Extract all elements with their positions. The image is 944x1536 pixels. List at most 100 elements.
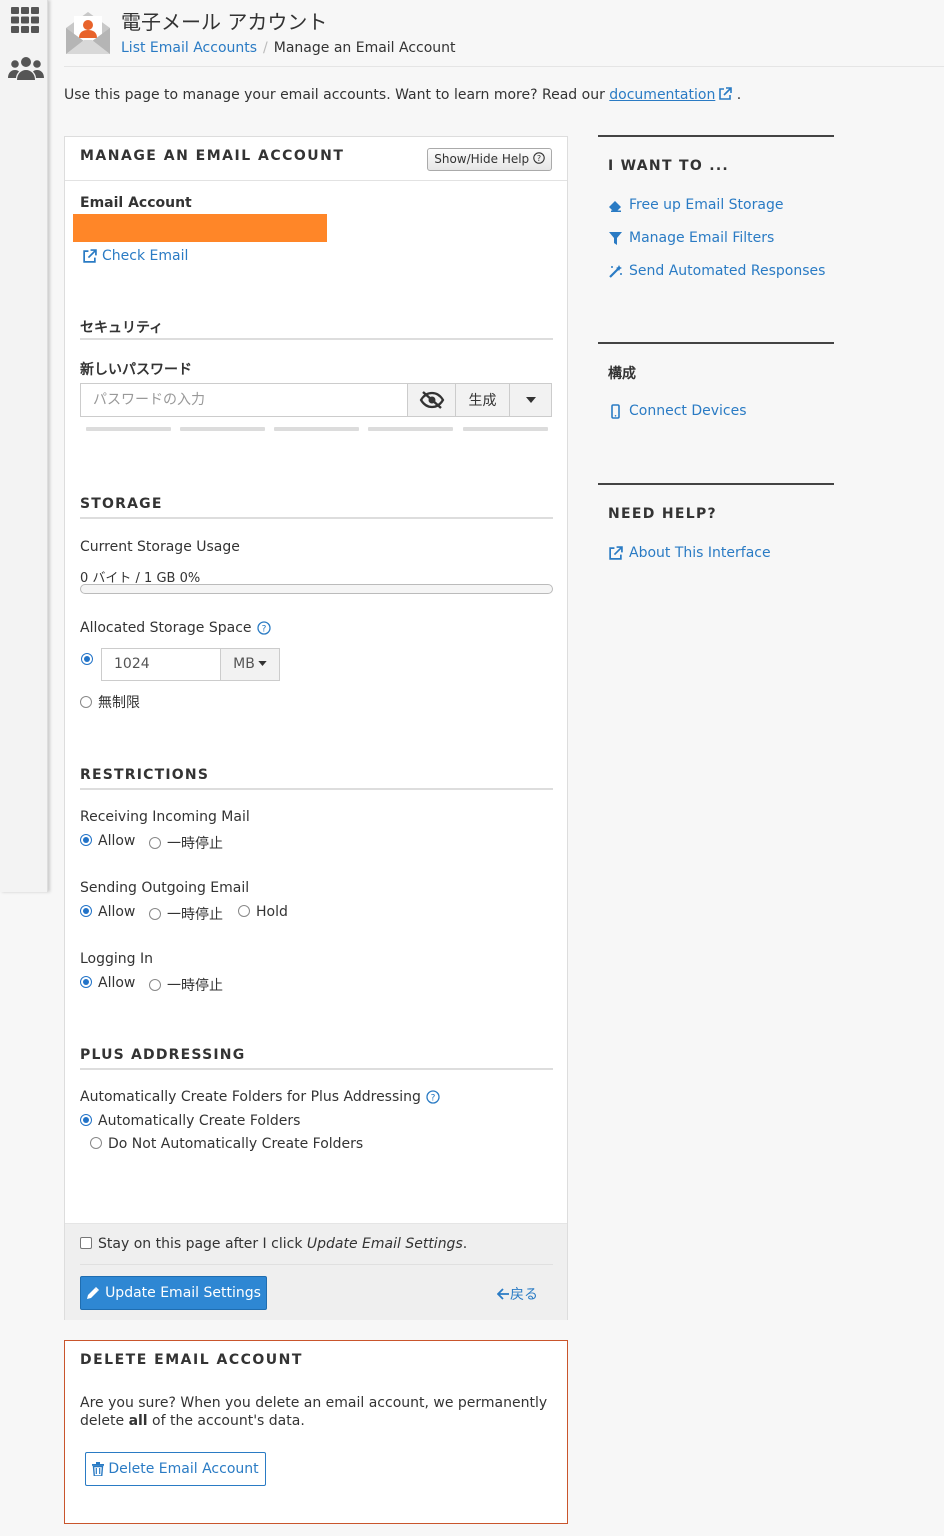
generate-password-button[interactable]: 生成 — [455, 384, 509, 416]
caret-down-icon — [258, 661, 267, 666]
automated-responses-link[interactable]: Send Automated Responses — [608, 263, 825, 279]
eye-slash-icon — [419, 391, 444, 409]
manage-filters-link[interactable]: Manage Email Filters — [608, 230, 774, 246]
receiving-allow-radio[interactable] — [80, 834, 92, 846]
plus-no-auto-create-label: Do Not Automatically Create Folders — [108, 1136, 364, 1152]
new-password-input[interactable] — [81, 384, 407, 416]
i-want-to-title: I WANT TO ... — [608, 158, 730, 174]
password-input-group: 生成 — [80, 383, 552, 417]
plus-addressing-text: Automatically Create Folders for Plus Ad… — [80, 1089, 421, 1105]
delete-warning-post: of the account's data. — [147, 1413, 305, 1429]
sending-suspend-radio[interactable] — [149, 908, 161, 920]
page-title: 電子メール アカウント — [121, 10, 328, 34]
check-email-label: Check Email — [102, 248, 189, 264]
plus-no-auto-create-option[interactable]: Do Not Automatically Create Folders — [90, 1136, 363, 1152]
intro-sentence: Use this page to manage your email accou… — [64, 87, 610, 103]
storage-usage-bar — [80, 584, 553, 594]
storage-quota-input[interactable]: 1024 — [102, 649, 220, 680]
manage-email-panel: MANAGE AN EMAIL ACCOUNT Show/Hide Help ?… — [64, 136, 568, 1320]
storage-section-title: STORAGE — [80, 496, 163, 512]
password-strength-segment — [180, 427, 265, 431]
receiving-mail-label: Receiving Incoming Mail — [80, 809, 250, 825]
sending-hold-radio[interactable] — [238, 905, 250, 917]
login-suspend-radio[interactable] — [149, 979, 161, 991]
password-strength-segment — [86, 427, 171, 431]
quota-unlimited-radio[interactable] — [80, 696, 92, 708]
new-password-label: 新しいパスワード — [80, 362, 192, 378]
delete-button-label: Delete Email Account — [108, 1461, 259, 1477]
arrow-left-icon — [496, 1288, 509, 1300]
breadcrumb-list-email-accounts[interactable]: List Email Accounts — [121, 40, 257, 56]
sending-hold-option[interactable]: Hold — [238, 904, 288, 920]
svg-text:?: ? — [261, 625, 266, 635]
users-group-icon[interactable] — [8, 54, 44, 82]
svg-text:?: ? — [537, 154, 541, 163]
generate-options-dropdown[interactable] — [509, 384, 551, 416]
breadcrumb: List Email Accounts / Manage an Email Acco… — [121, 40, 456, 56]
receiving-suspend-label: 一時停止 — [167, 836, 223, 852]
delete-email-account-button[interactable]: Delete Email Account — [85, 1452, 266, 1486]
sending-allow-label: Allow — [98, 904, 136, 920]
pencil-icon — [87, 1287, 100, 1299]
quota-limited-radio[interactable] — [81, 653, 93, 665]
sending-suspend-label: 一時停止 — [167, 907, 223, 923]
apps-grid-icon[interactable] — [10, 6, 40, 34]
sending-allow-radio[interactable] — [80, 905, 92, 917]
receiving-allow-option[interactable]: Allow — [80, 833, 135, 849]
magic-wand-icon — [609, 264, 622, 278]
login-allow-option[interactable]: Allow — [80, 975, 135, 991]
connect-devices-link[interactable]: Connect Devices — [608, 403, 747, 419]
free-up-storage-link[interactable]: Free up Email Storage — [608, 197, 783, 213]
login-suspend-label: 一時停止 — [167, 978, 223, 994]
security-divider — [80, 338, 553, 340]
panel-title: MANAGE AN EMAIL ACCOUNT — [80, 148, 345, 164]
help-question-icon[interactable]: ? — [256, 621, 271, 635]
caret-down-icon — [525, 397, 536, 403]
breadcrumb-separator: / — [263, 40, 268, 56]
mobile-phone-icon — [611, 403, 620, 419]
left-rail — [0, 0, 48, 892]
security-section-title: セキュリティ — [80, 320, 164, 336]
redacted-email-address — [73, 214, 327, 242]
password-strength-segment — [368, 427, 453, 431]
receiving-suspend-radio[interactable] — [149, 837, 161, 849]
show-hide-help-button[interactable]: Show/Hide Help ? — [427, 148, 552, 171]
stay-on-page-tail: . — [462, 1236, 468, 1252]
restrictions-divider — [80, 788, 553, 790]
sending-allow-option[interactable]: Allow — [80, 904, 135, 920]
configuration-box: 構成 Connect Devices — [598, 342, 834, 442]
login-allow-radio[interactable] — [80, 976, 92, 988]
quota-unlimited-option[interactable]: 無制限 — [80, 692, 140, 712]
documentation-link[interactable]: documentation — [609, 87, 715, 103]
stay-on-page-option[interactable]: Stay on this page after I click Update E… — [80, 1236, 467, 1252]
external-link-icon — [609, 545, 623, 560]
delete-warning-pre: delete — [80, 1413, 129, 1429]
receiving-suspend-option[interactable]: 一時停止 — [149, 833, 223, 853]
sending-suspend-option[interactable]: 一時停止 — [149, 904, 223, 924]
panel-footer: Stay on this page after I click Update E… — [65, 1223, 567, 1320]
check-email-link[interactable]: Check Email — [82, 248, 188, 264]
delete-warning-line1: Are you sure? When you delete an email a… — [80, 1395, 548, 1411]
about-interface-link[interactable]: About This Interface — [608, 545, 771, 561]
login-suspend-option[interactable]: 一時停止 — [149, 975, 223, 995]
intro-period: . — [736, 87, 742, 103]
footer-divider — [80, 1264, 553, 1265]
toggle-password-visibility-button[interactable] — [407, 384, 455, 416]
back-link[interactable]: 戻る — [496, 1284, 538, 1304]
plus-auto-create-radio[interactable] — [80, 1114, 92, 1126]
automated-responses-label: Send Automated Responses — [629, 263, 826, 279]
filter-icon — [609, 231, 622, 245]
plus-no-auto-create-radio[interactable] — [90, 1137, 102, 1149]
external-link-icon — [83, 248, 97, 263]
panel-header-divider — [65, 180, 567, 181]
login-allow-label: Allow — [98, 975, 136, 991]
storage-unit-dropdown[interactable]: MB — [220, 649, 279, 680]
plus-auto-create-option[interactable]: Automatically Create Folders — [80, 1113, 300, 1129]
stay-on-page-checkbox[interactable] — [80, 1237, 92, 1249]
update-email-settings-button[interactable]: Update Email Settings — [80, 1276, 267, 1310]
need-help-box: NEED HELP? About This Interface — [598, 483, 834, 583]
i-want-to-box: I WANT TO ... Free up Email Storage Mana… — [598, 135, 834, 279]
allocated-storage-label: Allocated Storage Space ? — [80, 620, 271, 636]
configuration-title: 構成 — [608, 366, 636, 382]
help-question-icon[interactable]: ? — [426, 1090, 440, 1104]
